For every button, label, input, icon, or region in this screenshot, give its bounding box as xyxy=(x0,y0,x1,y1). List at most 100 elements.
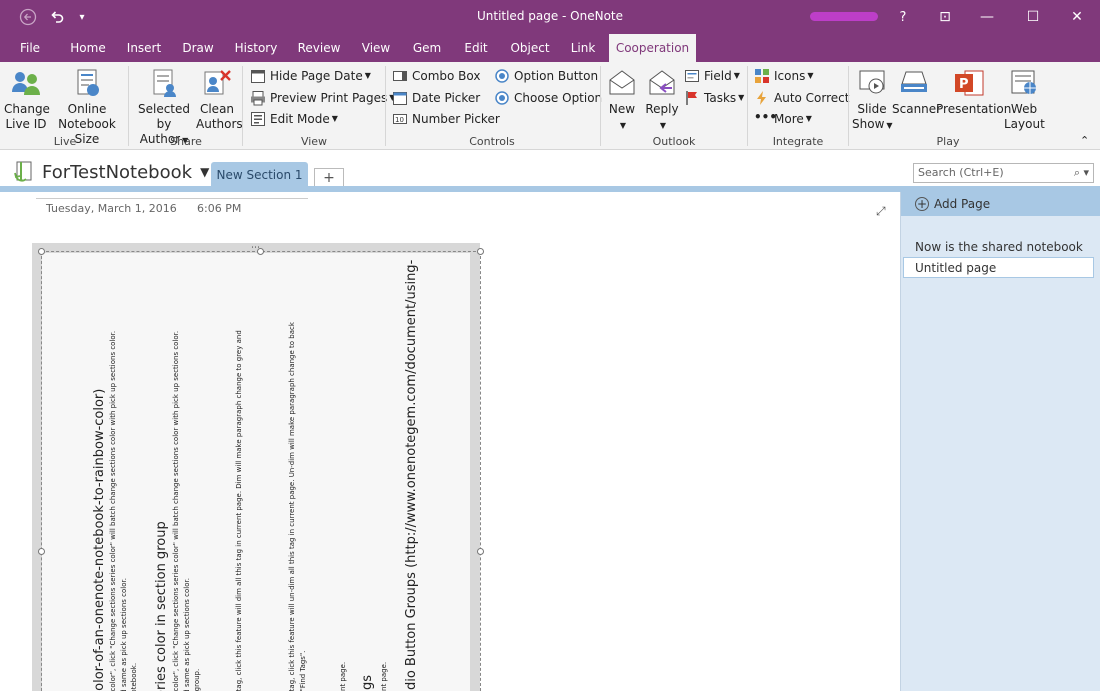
group-live-label: Live xyxy=(53,135,77,148)
dropdown-arrow-icon: ▼ xyxy=(364,71,371,80)
resize-handle[interactable] xyxy=(38,248,45,255)
group-controls-label: Controls xyxy=(469,135,515,148)
page-canvas[interactable]: Tuesday, March 1, 2016 6:06 PM ⤢ color-o… xyxy=(0,192,900,691)
date-picker-label: Date Picker xyxy=(412,91,481,105)
user-name-redacted xyxy=(810,12,878,21)
edit-mode-button[interactable]: Edit Mode ▼ xyxy=(250,109,338,129)
choose-option-button[interactable]: Choose Option xyxy=(494,88,602,108)
option-button-button[interactable]: Option Button xyxy=(494,66,598,86)
web-layout-button[interactable]: Web Layout xyxy=(1004,68,1045,132)
resize-handle[interactable] xyxy=(477,548,484,555)
combo-box-button[interactable]: Combo Box xyxy=(392,66,481,86)
auto-correct-button[interactable]: Auto Correct xyxy=(754,88,849,108)
icons-icon xyxy=(755,69,769,83)
web-layout-icon xyxy=(1011,70,1036,94)
powerpoint-icon: P xyxy=(955,70,984,96)
new-email-label: New xyxy=(608,102,636,116)
slide-show-label: Slide Show xyxy=(852,102,887,131)
add-page-button[interactable]: + Add Page xyxy=(901,192,1100,216)
resize-handle[interactable] xyxy=(477,248,484,255)
notebook-size-icon xyxy=(77,69,99,96)
reply-button[interactable]: Reply ▼ xyxy=(644,68,680,133)
slide-show-button[interactable]: Slide Show ▼ xyxy=(852,68,893,133)
resize-handle[interactable] xyxy=(38,548,45,555)
expand-icon[interactable]: ⤢ xyxy=(876,204,886,219)
tab-review[interactable]: Review xyxy=(294,34,344,62)
number-picker-label: Number Picker xyxy=(412,112,500,126)
minimize-button[interactable]: — xyxy=(964,0,1010,34)
inserted-image[interactable]: color-of-an-onenote-notebook-to-rainbow-… xyxy=(32,243,484,691)
clean-authors-icon xyxy=(204,70,231,95)
ribbon-display-options-icon[interactable]: ⊡ xyxy=(922,0,968,34)
collapse-ribbon-icon[interactable]: ⌃ xyxy=(1080,134,1089,147)
tab-cooperation[interactable]: Cooperation xyxy=(609,34,696,62)
add-page-label: Add Page xyxy=(934,197,991,211)
tab-draw[interactable]: Draw xyxy=(177,34,219,62)
icons-button[interactable]: Icons ▼ xyxy=(754,66,814,86)
preview-print-pages-button[interactable]: Preview Print Pages ▼ xyxy=(250,88,395,108)
group-outlook-label: Outlook xyxy=(652,135,696,148)
notebook-selector[interactable]: ForTestNotebook ▼ xyxy=(12,160,209,184)
new-email-button[interactable]: New ▼ xyxy=(604,68,640,133)
tab-file[interactable]: File xyxy=(10,34,50,62)
page-date: Tuesday, March 1, 2016 xyxy=(46,202,177,215)
dropdown-arrow-icon: ▼ xyxy=(659,121,667,130)
ellipsis-icon: ••• xyxy=(754,110,778,124)
scanner-label: Scanner xyxy=(892,102,942,116)
tasks-button[interactable]: Tasks ▼ xyxy=(684,88,744,108)
dropdown-arrow-icon: ▼ xyxy=(733,71,740,80)
author-page-icon xyxy=(153,69,176,97)
dropdown-arrow-icon: ▼ xyxy=(331,114,338,123)
image-selection-border xyxy=(41,251,481,691)
plus-circle-icon: + xyxy=(915,197,929,211)
more-label: More xyxy=(774,112,804,126)
page-item-shared-notebook[interactable]: Now is the shared notebook xyxy=(915,240,1083,254)
number-picker-icon: 10 xyxy=(393,114,407,124)
ribbon-separator xyxy=(747,66,748,146)
group-share-label: Share xyxy=(170,135,202,148)
ribbon-separator xyxy=(128,66,129,146)
maximize-button[interactable]: ☐ xyxy=(1010,0,1056,34)
tab-object[interactable]: Object xyxy=(506,34,554,62)
page-item-untitled[interactable]: Untitled page xyxy=(915,261,996,275)
hide-page-date-button[interactable]: Hide Page Date ▼ xyxy=(250,66,371,86)
help-button[interactable]: ? xyxy=(880,0,926,34)
section-tab-new-section-1[interactable]: New Section 1 xyxy=(211,162,308,188)
close-button[interactable]: ✕ xyxy=(1054,0,1100,34)
reply-label: Reply xyxy=(645,102,679,116)
more-button[interactable]: ••• More ▼ xyxy=(754,109,812,129)
page-list-pane: + Add Page Now is the shared notebook Un… xyxy=(900,192,1100,691)
change-live-id-button[interactable]: Change Live ID xyxy=(4,68,50,132)
tab-history[interactable]: History xyxy=(230,34,282,62)
reply-icon xyxy=(649,70,675,95)
dropdown-arrow-icon: ▼ xyxy=(805,114,812,123)
tab-gem[interactable]: Gem xyxy=(408,34,446,62)
presentation-button[interactable]: P Presentation xyxy=(936,68,1011,117)
tab-link[interactable]: Link xyxy=(566,34,600,62)
tab-insert[interactable]: Insert xyxy=(122,34,166,62)
number-picker-button[interactable]: 10 Number Picker xyxy=(392,109,500,129)
icons-label: Icons xyxy=(774,69,806,83)
tab-home[interactable]: Home xyxy=(64,34,112,62)
date-picker-button[interactable]: Date Picker xyxy=(392,88,480,108)
svg-text:P: P xyxy=(959,77,969,92)
search-input[interactable]: Search (Ctrl+E) ⌕ ▾ xyxy=(913,163,1094,183)
svg-text:10: 10 xyxy=(395,116,404,124)
tab-view[interactable]: View xyxy=(356,34,396,62)
clean-authors-button[interactable]: Clean Authors xyxy=(196,68,243,132)
ribbon-separator xyxy=(385,66,386,146)
edit-mode-icon xyxy=(251,112,265,126)
page-time: 6:06 PM xyxy=(197,202,242,215)
tab-edit[interactable]: Edit xyxy=(458,34,494,62)
scanner-button[interactable]: Scanner xyxy=(892,68,941,117)
group-view-label: View xyxy=(300,135,328,148)
field-button[interactable]: Field ▼ xyxy=(684,66,740,86)
move-handle-icon[interactable]: ⋯ xyxy=(251,243,260,253)
date-picker-icon xyxy=(393,92,407,105)
edit-mode-label: Edit Mode xyxy=(270,112,330,126)
auto-correct-label: Auto Correct xyxy=(774,91,850,105)
presentation-label: Presentation xyxy=(936,102,1012,116)
lightning-icon xyxy=(757,91,766,105)
add-section-button[interactable]: + xyxy=(314,168,344,188)
search-icon[interactable]: ⌕ ▾ xyxy=(1074,164,1089,182)
